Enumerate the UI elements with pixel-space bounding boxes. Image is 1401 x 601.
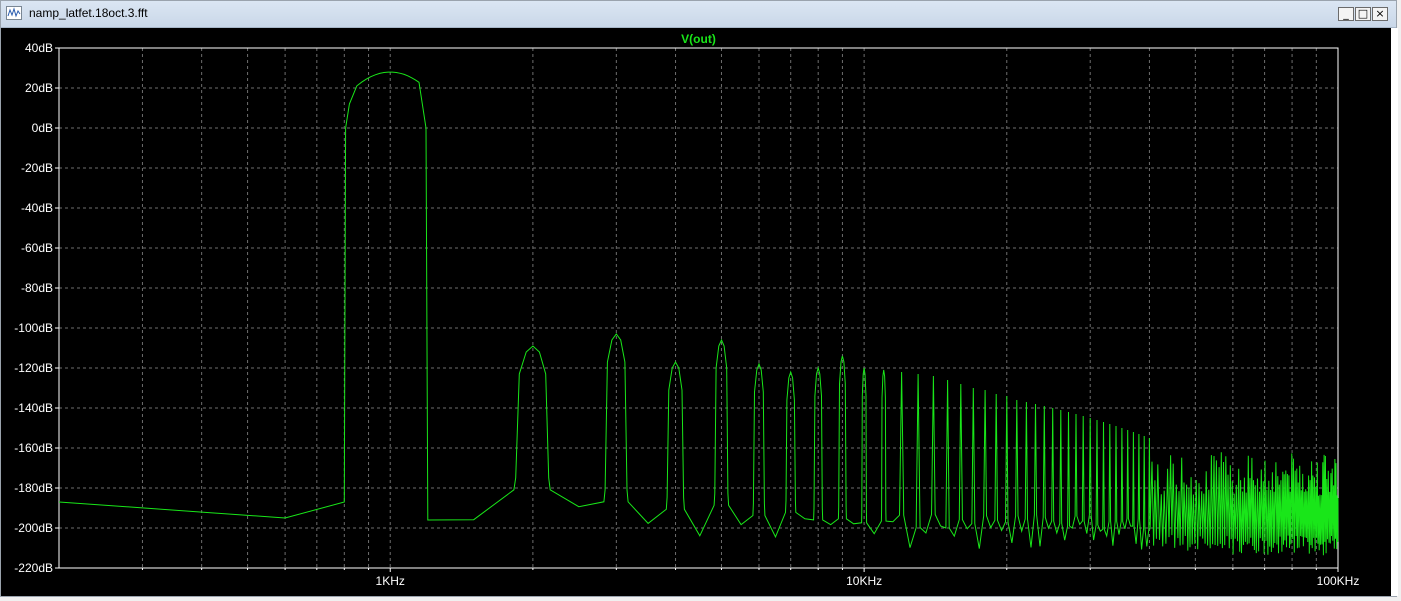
plot-pane[interactable]: 40dB 20dB 0dB -20dB -40dB -60dB -80dB -100dB -12… <box>1 28 1391 596</box>
x-tick-label: 1KHz <box>376 574 405 588</box>
y-tick-label: 20dB <box>25 81 53 95</box>
y-tick-label: -120dB <box>14 361 53 375</box>
spectrum-trace <box>58 71 1339 556</box>
y-tick-label: -40dB <box>21 201 53 215</box>
fft-window: namp_latfet.18oct.3.fft _ □ × 40dB 20dB 0d… <box>0 0 1398 597</box>
y-tick-label: -180dB <box>14 481 53 495</box>
y-tick-label: 40dB <box>25 41 53 55</box>
title-bar[interactable]: namp_latfet.18oct.3.fft _ □ × <box>1 1 1396 28</box>
minimize-button[interactable]: _ <box>1338 7 1354 21</box>
y-tick-label: -160dB <box>14 441 53 455</box>
plot-frame <box>58 47 1339 569</box>
y-tick-label: -220dB <box>14 561 53 575</box>
y-tick-label: -60dB <box>21 241 53 255</box>
chart-title: V(out) <box>681 32 716 46</box>
window-title: namp_latfet.18oct.3.fft <box>29 6 148 20</box>
fft-plot[interactable]: 40dB 20dB 0dB -20dB -40dB -60dB -80dB -100dB -12… <box>1 28 1391 596</box>
waveform-icon <box>6 6 22 20</box>
right-edge <box>1391 28 1398 596</box>
window-controls: _ □ × <box>1338 7 1388 21</box>
y-tick-label: -200dB <box>14 521 53 535</box>
close-button[interactable]: × <box>1372 7 1388 21</box>
maximize-button[interactable]: □ <box>1355 7 1371 21</box>
y-tick-label: -80dB <box>21 281 53 295</box>
y-tick-label: 0dB <box>32 121 53 135</box>
x-tick-label: 100KHz <box>1317 574 1360 588</box>
y-tick-label: -140dB <box>14 401 53 415</box>
x-tick-label: 10KHz <box>846 574 882 588</box>
y-tick-label: -100dB <box>14 321 53 335</box>
y-tick-label: -20dB <box>21 161 53 175</box>
